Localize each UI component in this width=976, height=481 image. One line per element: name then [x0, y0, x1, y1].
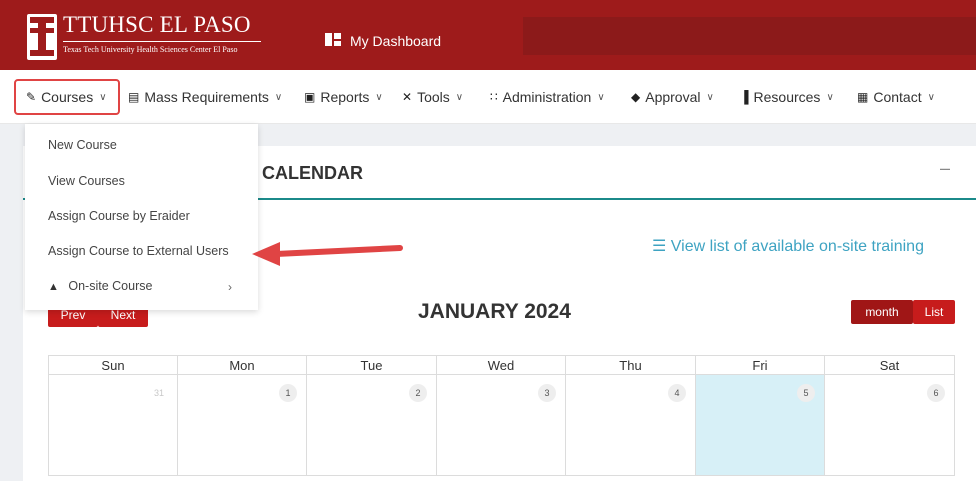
view-onsite-training-label: View list of available on-site training [670, 238, 924, 255]
report-icon: ▣ [304, 90, 316, 104]
day-number: 6 [927, 384, 945, 402]
my-dashboard-link[interactable]: My Dashboard [350, 33, 441, 49]
courses-dropdown-menu: New Course View Courses Assign Course by… [25, 124, 258, 310]
nav-mass-requirements[interactable]: ▤ Mass Requirements ∨ [128, 86, 282, 108]
weekday-header: Fri [696, 355, 825, 375]
chevron-down-icon: ∨ [375, 91, 383, 103]
card-title: CALENDAR [262, 163, 363, 183]
day-cell[interactable]: 31 [48, 375, 178, 476]
users-icon: ∷ [490, 90, 498, 104]
day-cell[interactable]: 4 [566, 375, 696, 476]
nav-mass-requirements-label: Mass Requirements [144, 89, 269, 105]
arrow-shaft [273, 245, 403, 257]
minimize-button[interactable]: – [940, 158, 950, 179]
menu-item-new-course[interactable]: New Course [48, 138, 117, 152]
nav-resources[interactable]: ▐ Resources ∨ [740, 86, 834, 108]
day-cell-today[interactable]: 5 [696, 375, 825, 476]
header-band [523, 17, 976, 55]
nav-contact[interactable]: ▦ Contact ∨ [857, 86, 935, 108]
day-number: 2 [409, 384, 427, 402]
day-number: 4 [668, 384, 686, 402]
weekday-header: Sat [825, 355, 955, 375]
logo-underline [63, 41, 261, 42]
logo-title[interactable]: TTUHSC EL PASO [63, 12, 251, 38]
nav-approval[interactable]: ◆ Approval ∨ [631, 86, 714, 108]
logo-subtitle: Texas Tech University Health Sciences Ce… [63, 45, 238, 54]
list-view-button[interactable]: List [913, 300, 955, 324]
nav-tools[interactable]: ✕ Tools ∨ [402, 86, 463, 108]
building-icon: ▲ [48, 281, 59, 293]
nav-approval-label: Approval [645, 89, 701, 105]
calendar-title: JANUARY 2024 [418, 300, 571, 323]
nav-resources-label: Resources [753, 89, 821, 105]
double-t-logo-icon[interactable] [27, 14, 57, 60]
month-view-button[interactable]: month [851, 300, 913, 324]
dashboard-icon[interactable] [325, 33, 341, 46]
day-number: 3 [538, 384, 556, 402]
weekday-header: Thu [566, 355, 696, 375]
nav-reports-label: Reports [320, 89, 370, 105]
menu-item-onsite-course-label: On-site Course [68, 279, 153, 293]
chevron-down-icon: ∨ [597, 91, 605, 103]
menu-item-view-courses[interactable]: View Courses [48, 174, 125, 188]
chevron-down-icon: ∨ [274, 91, 283, 103]
chevron-down-icon: ∨ [455, 91, 464, 103]
arrow-head [252, 242, 280, 266]
chevron-down-icon: ∨ [826, 91, 834, 103]
nav-contact-label: Contact [873, 89, 922, 105]
view-onsite-training-link[interactable]: ☰ View list of available on-site trainin… [652, 236, 924, 256]
contact-icon: ▦ [857, 90, 869, 104]
main-nav: ✎ Courses ∨ ▤ Mass Requirements ∨ ▣ Repo… [0, 70, 976, 124]
book-icon: ▤ [128, 90, 140, 104]
chevron-right-icon: › [228, 280, 232, 294]
weekday-header: Tue [307, 355, 437, 375]
annotation-arrow [252, 242, 403, 266]
chevron-down-icon: ∨ [706, 91, 714, 103]
handshake-icon: ◆ [631, 90, 641, 104]
nav-administration-label: Administration [502, 89, 592, 105]
day-number: 5 [797, 384, 815, 402]
nav-reports[interactable]: ▣ Reports ∨ [304, 86, 383, 108]
weekday-header: Sun [48, 355, 178, 375]
tools-icon: ✕ [402, 90, 413, 104]
day-number: 31 [153, 388, 164, 398]
day-number: 1 [279, 384, 297, 402]
library-icon: ▐ [740, 90, 749, 104]
weekday-header: Wed [437, 355, 566, 375]
weekday-header: Mon [178, 355, 307, 375]
chevron-down-icon: ∨ [927, 91, 935, 103]
day-cell[interactable]: 2 [307, 375, 437, 476]
nav-administration[interactable]: ∷ Administration ∨ [490, 86, 605, 108]
courses-highlight-box [14, 79, 120, 115]
day-cell[interactable]: 1 [178, 375, 307, 476]
day-cell[interactable]: 3 [437, 375, 566, 476]
app-header: TTUHSC EL PASO Texas Tech University Hea… [0, 0, 976, 70]
day-cell[interactable]: 6 [825, 375, 955, 476]
nav-tools-label: Tools [417, 89, 450, 105]
menu-item-onsite-course[interactable]: ▲ On-site Course [48, 279, 152, 293]
menu-item-assign-external-users[interactable]: Assign Course to External Users [48, 244, 229, 258]
list-icon: ☰ [652, 238, 667, 255]
menu-item-assign-by-eraider[interactable]: Assign Course by Eraider [48, 209, 190, 223]
